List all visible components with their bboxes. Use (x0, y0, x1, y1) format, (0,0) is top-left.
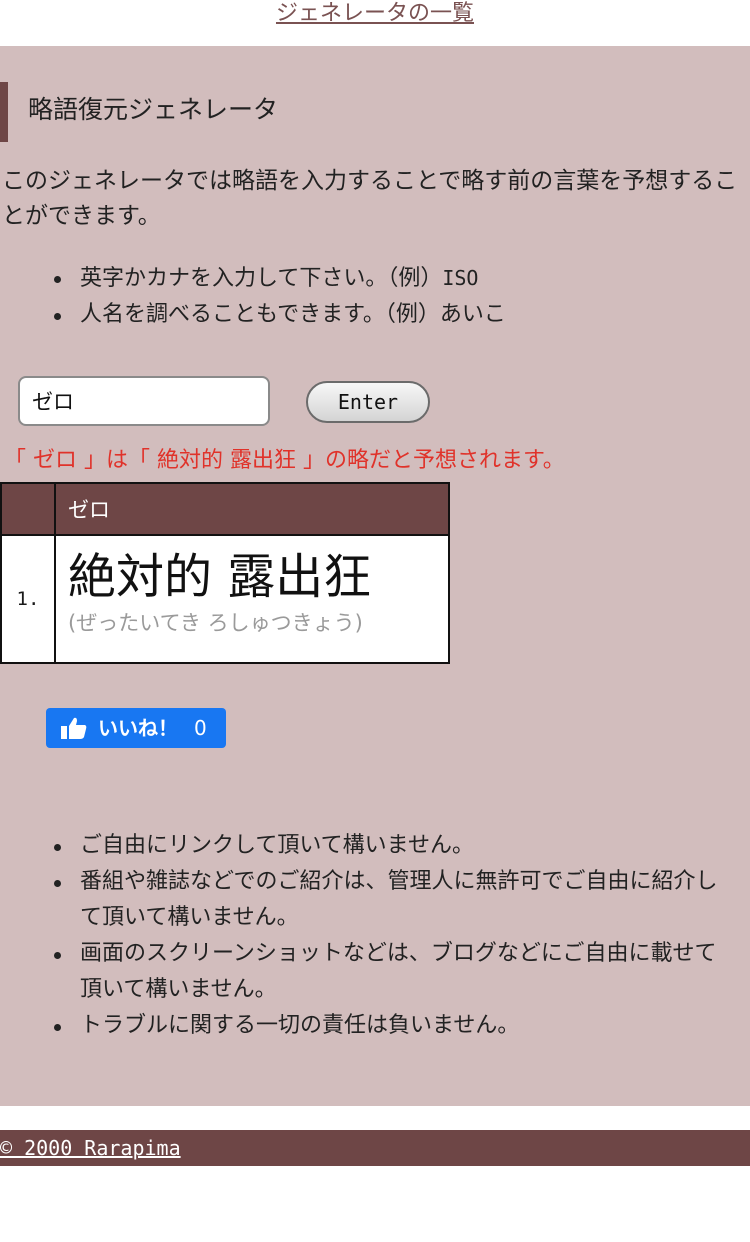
table-row: 1. 絶対的 露出狂 (ぜったいてき ろしゅつきょう) (0, 534, 450, 664)
notes-list: ご自由にリンクして頂いて構いません。 番組や雑誌などでのご紹介は、管理人に無許可… (0, 828, 730, 1044)
table-header-row: ゼロ (0, 482, 450, 536)
page-title: 略語復元ジェネレータ (28, 95, 279, 124)
result-table: ゼロ 1. 絶対的 露出狂 (ぜったいてき ろしゅつきょう) (0, 482, 450, 664)
copyright-link[interactable]: © 2000 Rarapima (0, 1135, 181, 1161)
top-nav: ジェネレータの一覧 (0, 0, 750, 46)
like-count: 0 (194, 716, 207, 740)
thumbs-up-icon (61, 717, 87, 739)
footer: © 2000 Rarapima (0, 1130, 750, 1166)
row-number: 1. (0, 534, 56, 664)
main-content: 略語復元ジェネレータ このジェネレータでは略語を入力することで略す前の言葉を予想… (0, 46, 750, 1106)
list-item: 番組や雑誌などでのご紹介は、管理人に無許可でご自由に紹介して頂いて構いません。 (0, 864, 730, 936)
header-num-cell (0, 482, 56, 536)
enter-button[interactable]: Enter (306, 381, 430, 423)
header-word-cell: ゼロ (54, 482, 450, 536)
generator-list-link[interactable]: ジェネレータの一覧 (276, 1, 474, 26)
list-item: トラブルに関する一切の責任は負いません。 (0, 1008, 730, 1044)
heading-accent-bar (0, 82, 8, 142)
like-label: いいね！ (98, 716, 178, 740)
list-item: 画面のスクリーンショットなどは、ブログなどにご自由に載せて頂いて構いません。 (0, 936, 730, 1008)
result-message: 「 ゼロ 」は「 絶対的 露出狂 」の略だと予想されます。 (4, 448, 565, 473)
list-item: 人名を調べることもできます。（例）あいこ (0, 297, 750, 333)
intro-text: このジェネレータでは略語を入力することで略す前の言葉を予想することができます。 (2, 168, 738, 229)
abbreviation-input[interactable] (18, 376, 270, 426)
tip-example: ISO (442, 266, 479, 290)
page-heading: 略語復元ジェネレータ (0, 82, 750, 142)
tips-list: 英字かカナを入力して下さい。（例）ISO 人名を調べることもできます。（例）あい… (0, 260, 750, 333)
like-button[interactable]: いいね！ 0 (46, 708, 226, 748)
row-word-cell: 絶対的 露出狂 (ぜったいてき ろしゅつきょう) (54, 534, 450, 664)
word-reading: (ぜったいてき ろしゅつきょう) (68, 611, 363, 635)
tip-text: 人名を調べることもできます。（例）あいこ (80, 302, 506, 327)
list-item: 英字かカナを入力して下さい。（例）ISO (0, 260, 750, 297)
expanded-word: 絶対的 露出狂 (68, 549, 372, 605)
tip-text: 英字かカナを入力して下さい。（例） (80, 266, 443, 291)
list-item: ご自由にリンクして頂いて構いません。 (0, 828, 730, 864)
